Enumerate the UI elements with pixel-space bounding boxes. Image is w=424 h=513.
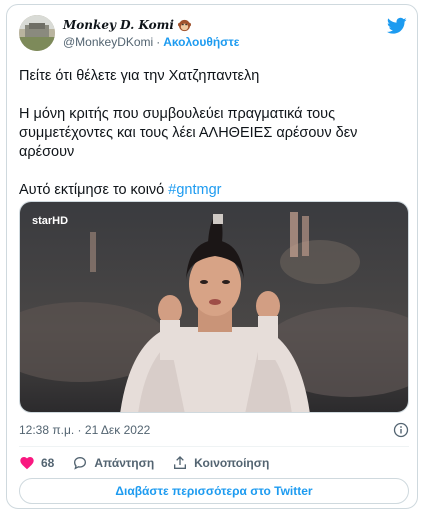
divider <box>19 446 409 447</box>
display-name[interactable]: Monkey D. Komi <box>63 18 174 32</box>
tweet-meta: 12:38 π.μ. · 21 Δεκ 2022 <box>19 422 409 439</box>
handle[interactable]: @MonkeyDKomi <box>63 35 153 49</box>
tweet-header: Monkey D. Komi @MonkeyDKomi · Ακολουθήστε <box>19 15 407 55</box>
tweet-actions: 68 Απάντηση Κοινοποίηση <box>19 454 287 472</box>
reply-label: Απάντηση <box>94 456 155 470</box>
separator-dot: · <box>156 35 161 49</box>
reply-button[interactable]: Απάντηση <box>72 455 154 471</box>
tweet-text: Πείτε ότι θέλετε για την Χατζηπαντελη Η … <box>19 67 409 219</box>
tweet-line-2: Η μόνη κριτής που συμβουλεύει πραγματικά… <box>19 106 358 160</box>
info-icon[interactable] <box>393 422 409 438</box>
reply-icon <box>74 456 87 470</box>
share-button[interactable]: Κοινοποίηση <box>172 455 269 471</box>
twitter-bird-icon[interactable] <box>387 17 407 35</box>
read-more-button[interactable]: Διαβάστε περισσότερα στο Twitter <box>19 478 409 504</box>
media-watermark: starHD <box>32 215 68 227</box>
follow-button[interactable]: Ακολουθήστε <box>163 35 239 49</box>
tweet-line-3: Αυτό εκτίμησε το κοινό #gntmgr <box>19 181 409 200</box>
name-line: Monkey D. Komi <box>63 18 191 32</box>
timestamp[interactable]: 12:38 π.μ. · 21 Δεκ 2022 <box>19 423 150 437</box>
avatar[interactable] <box>19 15 55 51</box>
like-button[interactable]: 68 <box>19 455 54 471</box>
media-image: starHD <box>20 202 408 412</box>
like-count: 68 <box>41 456 55 470</box>
tweet-card: Monkey D. Komi @MonkeyDKomi · Ακολουθήστε … <box>6 4 418 509</box>
tweet-line-1: Πείτε ότι θέλετε για την Χατζηπαντελη <box>19 68 260 84</box>
tweet-line-3-text: Αυτό εκτίμησε το κοινό <box>19 182 165 198</box>
share-label: Κοινοποίηση <box>194 456 270 470</box>
hashtag-link[interactable]: #gntmgr <box>168 182 221 198</box>
share-icon <box>174 456 187 469</box>
heart-icon <box>20 457 34 470</box>
handle-line: @MonkeyDKomi · Ακολουθήστε <box>63 35 239 49</box>
tweet-media[interactable]: starHD <box>19 201 409 413</box>
monkey-face-icon <box>177 19 191 31</box>
